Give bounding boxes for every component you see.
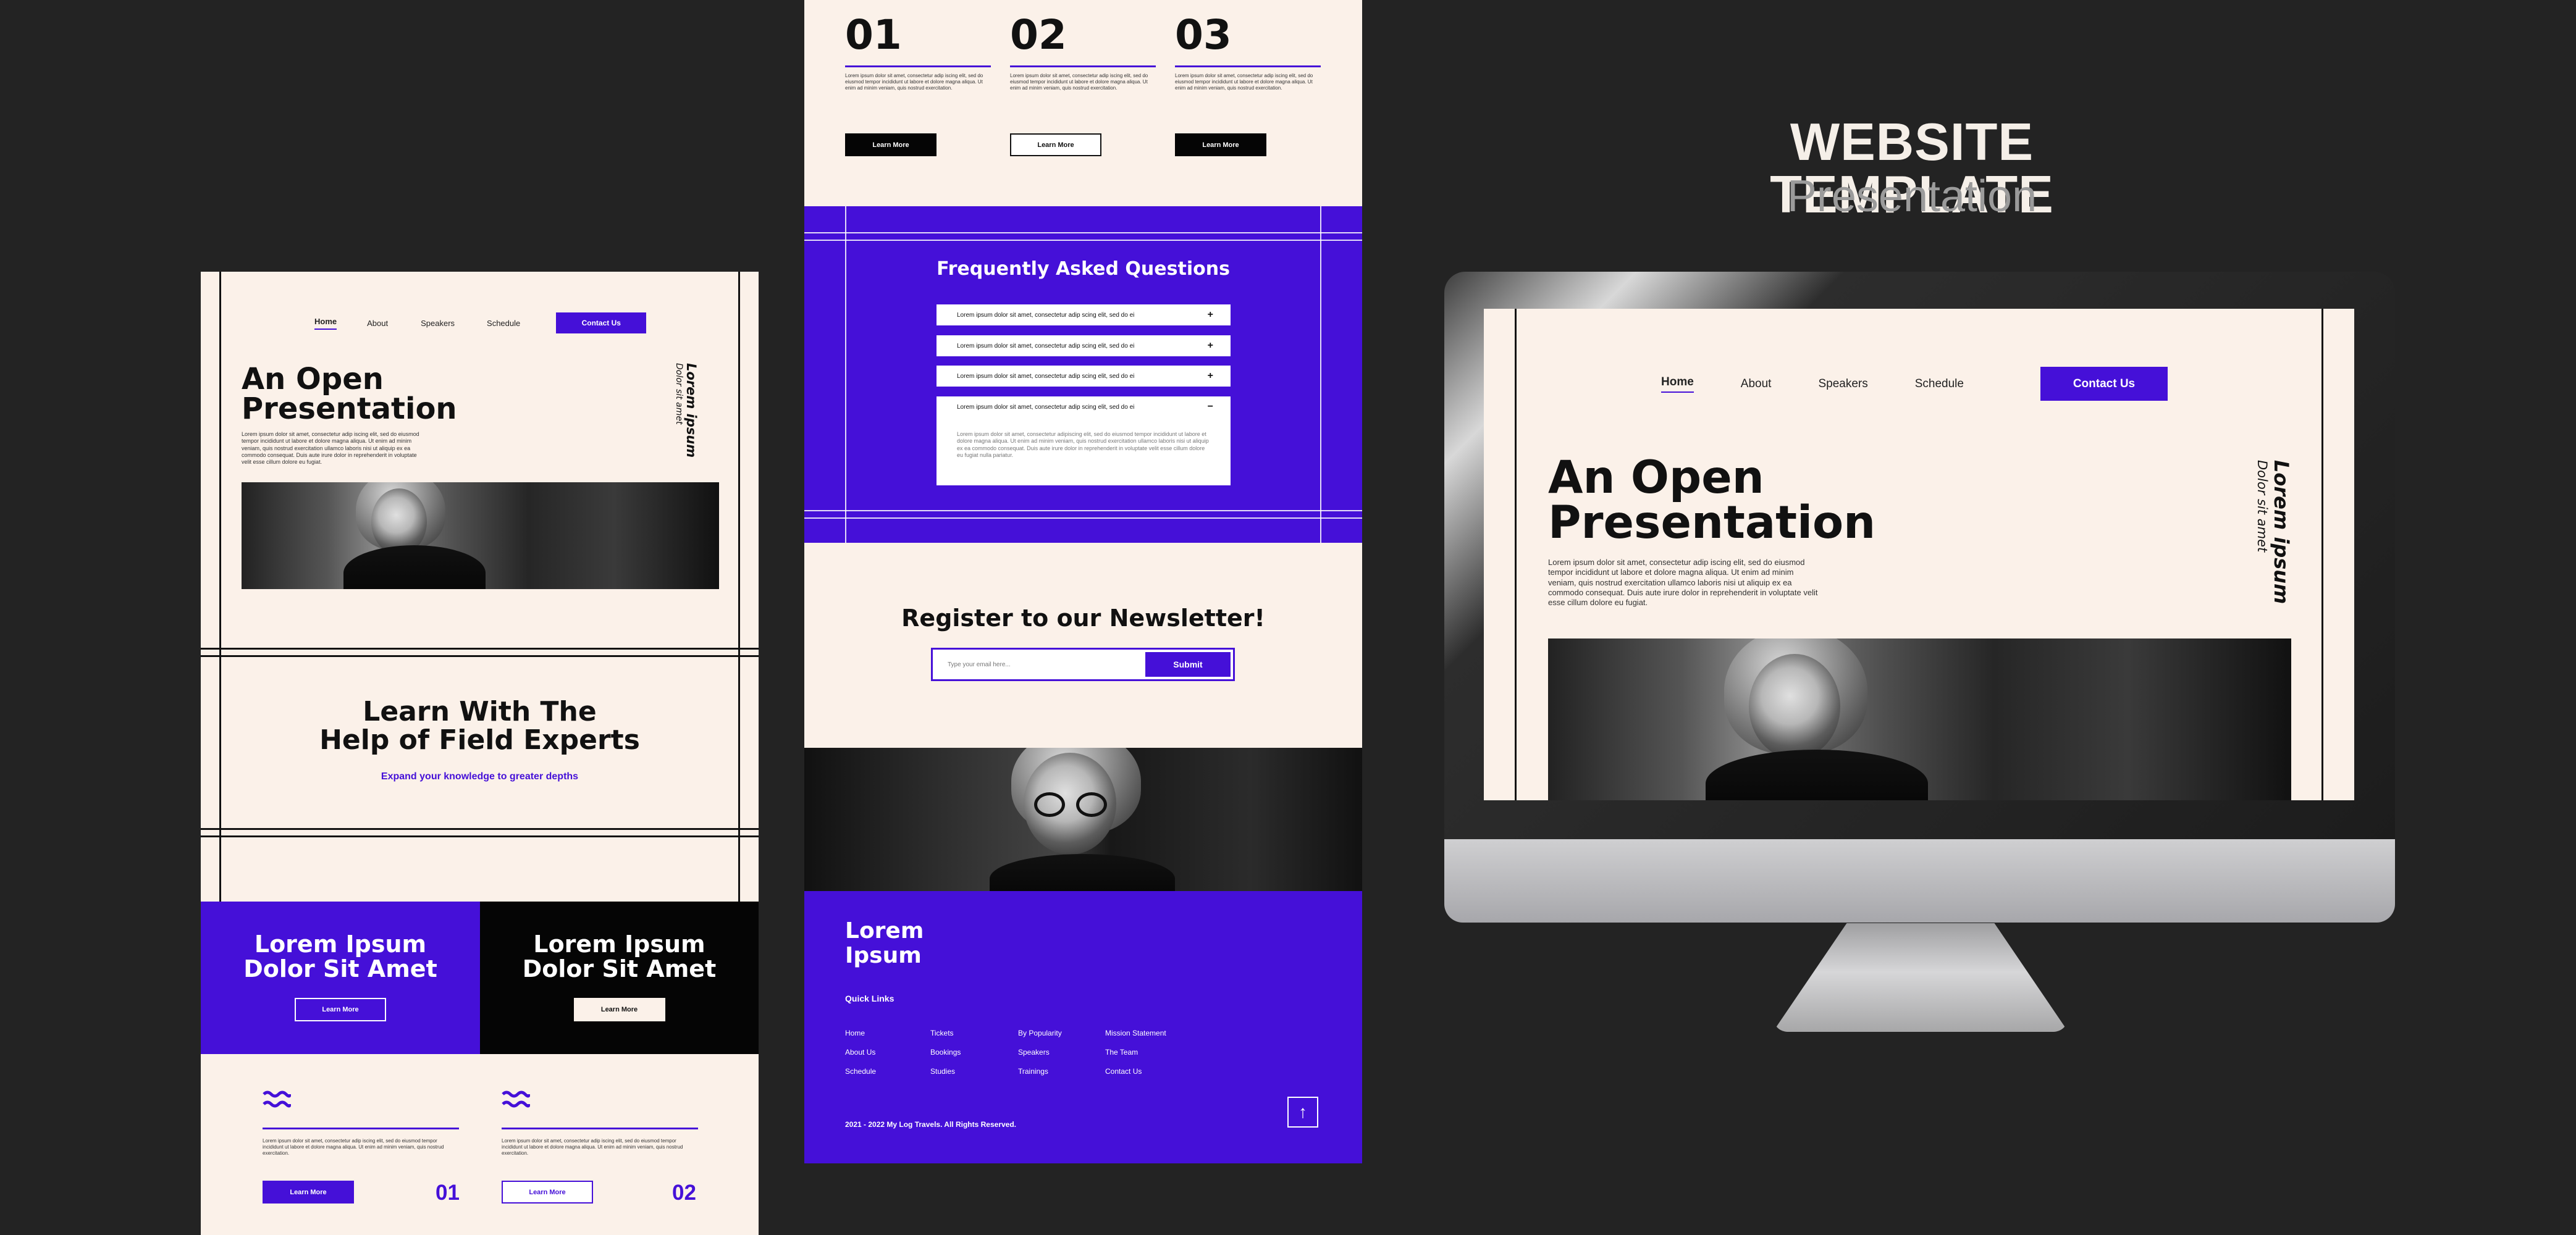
footer-column-4: Mission Statement The Team Contact Us [1105, 1024, 1166, 1081]
newsletter-submit-button[interactable]: Submit [1145, 652, 1231, 677]
hero-heading: An Open Presentation [242, 362, 457, 426]
feature-right-number: 02 [672, 1181, 696, 1205]
faq-title: Frequently Asked Questions [937, 258, 1230, 280]
monitor-hero-heading: An Open Presentation [1548, 451, 1876, 549]
monitor-nav-speakers[interactable]: Speakers [1818, 377, 1867, 391]
hero-paragraph: Lorem ipsum dolor sit amet, consectetur … [242, 431, 419, 465]
plus-icon: + [1207, 340, 1213, 351]
nav-schedule[interactable]: Schedule [487, 319, 520, 328]
newsletter-email-input[interactable] [935, 652, 1133, 677]
step-text-2: Lorem ipsum dolor sit amet, consectetur … [1010, 73, 1148, 91]
footer-link-trainings[interactable]: Trainings [1018, 1062, 1062, 1081]
monitor-nav: Home About Speakers Schedule Contact Us [1661, 366, 2168, 401]
left-nav: Home About Speakers Schedule Contact Us [314, 312, 654, 333]
contact-button[interactable]: Contact Us [556, 312, 647, 333]
step-number-3: 03 [1175, 11, 1232, 59]
footer-link-home[interactable]: Home [845, 1024, 876, 1043]
footer-link-popularity[interactable]: By Popularity [1018, 1024, 1062, 1043]
monitor-screen: Home About Speakers Schedule Contact Us … [1484, 309, 2354, 800]
footer-column-2: Tickets Bookings Studies [930, 1024, 961, 1081]
feature-left-text: Lorem ipsum dolor sit amet, consectetur … [263, 1138, 444, 1156]
faq-item-2[interactable]: Lorem ipsum dolor sit amet, consectetur … [937, 335, 1231, 356]
footer-link-tickets[interactable]: Tickets [930, 1024, 961, 1043]
footer: Lorem Ipsum Quick Links Home About Us Sch… [804, 891, 1362, 1163]
learn-subtitle: Expand your knowledge to greater depths [381, 771, 579, 782]
wave-icon [502, 1089, 531, 1110]
footer-column-1: Home About Us Schedule [845, 1024, 876, 1081]
footer-brand: Lorem Ipsum [845, 918, 924, 968]
left-page-preview: Home About Speakers Schedule Contact Us … [201, 272, 759, 1235]
faq-item-1[interactable]: Lorem ipsum dolor sit amet, consectetur … [937, 304, 1231, 325]
monitor-contact-button[interactable]: Contact Us [2040, 367, 2168, 401]
feature-left-number: 01 [436, 1181, 460, 1205]
faq-item-3[interactable]: Lorem ipsum dolor sit amet, consectetur … [937, 366, 1231, 387]
step-number-2: 02 [1010, 11, 1067, 59]
nav-speakers[interactable]: Speakers [421, 319, 455, 328]
footer-quick-links: Quick Links [845, 994, 894, 1003]
back-to-top-button[interactable]: ↑ [1287, 1097, 1318, 1128]
lorem-card-purple: Lorem Ipsum Dolor Sit Amet Learn More [201, 902, 480, 1054]
lorem-card-black: Lorem Ipsum Dolor Sit Amet Learn More [480, 902, 759, 1054]
step-text-1: Lorem ipsum dolor sit amet, consectetur … [845, 73, 983, 91]
step-2-learn-more[interactable]: Learn More [1010, 133, 1101, 156]
monitor-chin [1444, 839, 2395, 923]
lorem-card-learn-more-filled[interactable]: Learn More [573, 997, 665, 1021]
plus-icon: + [1207, 371, 1213, 381]
footer-link-team[interactable]: The Team [1105, 1043, 1166, 1062]
nav-about[interactable]: About [367, 319, 388, 328]
template-subtitle: Presentation [1787, 172, 2037, 221]
step-1-learn-more[interactable]: Learn More [845, 133, 937, 156]
faq-expanded: Lorem ipsum dolor sit amet, consectetur … [937, 396, 1231, 485]
newsletter-title: Register to our Newsletter! [901, 605, 1265, 632]
newsletter-photo [804, 748, 1362, 891]
footer-link-studies[interactable]: Studies [930, 1062, 961, 1081]
arrow-up-icon: ↑ [1299, 1102, 1307, 1121]
monitor-nav-schedule[interactable]: Schedule [1915, 377, 1964, 391]
newsletter-section: Register to our Newsletter! Submit [804, 543, 1362, 748]
step-number-1: 01 [845, 11, 902, 59]
footer-column-3: By Popularity Speakers Trainings [1018, 1024, 1062, 1081]
faq-section: Frequently Asked Questions Lorem ipsum d… [804, 206, 1362, 543]
learn-heading: Learn With The Help of Field Experts [319, 696, 640, 756]
monitor-hero-paragraph: Lorem ipsum dolor sit amet, consectetur … [1548, 558, 1818, 607]
middle-page-preview: 01 Lorem ipsum dolor sit amet, consectet… [804, 0, 1362, 1163]
feature-right-text: Lorem ipsum dolor sit amet, consectetur … [502, 1138, 683, 1156]
footer-link-about[interactable]: About Us [845, 1043, 876, 1062]
footer-copyright: 2021 - 2022 My Log Travels. All Rights R… [845, 1120, 1017, 1129]
feature-right-learn-more[interactable]: Learn More [502, 1181, 593, 1204]
footer-link-speakers[interactable]: Speakers [1018, 1043, 1062, 1062]
step-3-learn-more[interactable]: Learn More [1175, 133, 1266, 156]
monitor-stand [1773, 923, 2068, 1032]
minus-icon[interactable]: − [1208, 401, 1213, 412]
monitor-nav-about[interactable]: About [1741, 377, 1772, 391]
hero-photo [242, 482, 719, 589]
plus-icon: + [1207, 309, 1213, 320]
footer-link-mission[interactable]: Mission Statement [1105, 1024, 1166, 1043]
monitor-hero-vertical-text: Lorem ipsum Dolor sit amet [2255, 460, 2293, 605]
nav-home[interactable]: Home [314, 317, 337, 330]
lorem-card-learn-more-outline[interactable]: Learn More [295, 997, 386, 1021]
step-text-3: Lorem ipsum dolor sit amet, consectetur … [1175, 73, 1313, 91]
footer-link-schedule[interactable]: Schedule [845, 1062, 876, 1081]
monitor-hero-photo [1548, 638, 2291, 800]
wave-icon [263, 1089, 292, 1110]
hero-vertical-text: Lorem ipsum Dolor sit amet [674, 363, 699, 458]
feature-left-learn-more[interactable]: Learn More [263, 1181, 354, 1204]
newsletter-form: Submit [931, 648, 1235, 681]
footer-link-bookings[interactable]: Bookings [930, 1043, 961, 1062]
monitor-nav-home[interactable]: Home [1661, 375, 1694, 393]
footer-link-contact[interactable]: Contact Us [1105, 1062, 1166, 1081]
